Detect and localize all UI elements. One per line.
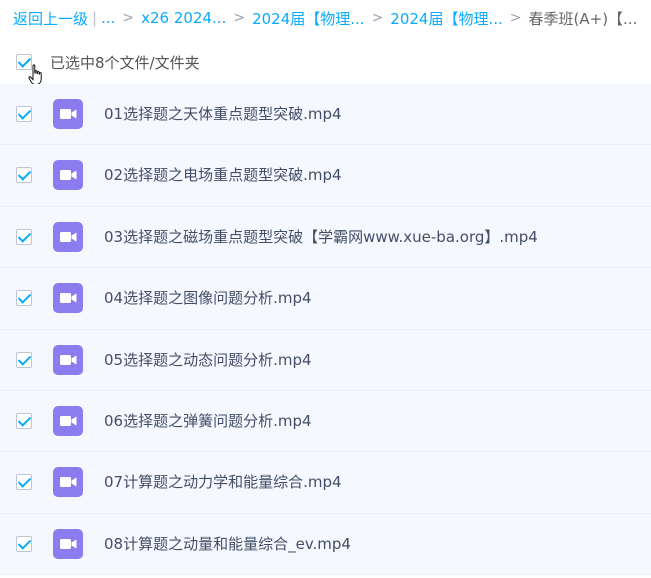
breadcrumb-separator: |	[92, 9, 98, 27]
video-file-icon	[53, 344, 83, 375]
file-name[interactable]: 01选择题之天体重点题型突破.mp4	[104, 84, 342, 145]
video-file-icon	[53, 221, 83, 252]
file-list: 01选择题之天体重点题型突破.mp4 02选择题之电场重点题型突破.mp4 03…	[0, 84, 651, 576]
breadcrumb-current: 春季班(A+)【...	[528, 9, 638, 28]
file-row[interactable]: 04选择题之图像问题分析.mp4	[0, 268, 651, 330]
video-file-icon	[53, 160, 83, 191]
file-name[interactable]: 04选择题之图像问题分析.mp4	[104, 268, 312, 329]
file-row[interactable]: 05选择题之动态问题分析.mp4	[0, 329, 651, 391]
file-checkbox[interactable]	[16, 167, 32, 184]
chevron-right-icon: >	[509, 10, 522, 26]
file-checkbox[interactable]	[16, 106, 32, 122]
file-row[interactable]: 07计算题之动力学和能量综合.mp4	[0, 452, 651, 514]
file-name[interactable]: 02选择题之电场重点题型突破.mp4	[104, 145, 342, 206]
hand-cursor-icon	[28, 64, 42, 85]
file-name[interactable]: 03选择题之磁场重点题型突破【学霸网www.xue-ba.org】.mp4	[104, 207, 538, 268]
file-row[interactable]: 03选择题之磁场重点题型突破【学霸网www.xue-ba.org】.mp4	[0, 206, 651, 269]
file-checkbox[interactable]	[16, 290, 32, 307]
breadcrumb-item[interactable]: 2024届【物理...	[252, 8, 364, 29]
file-row[interactable]: 02选择题之电场重点题型突破.mp4	[0, 145, 651, 207]
file-row[interactable]: 08计算题之动量和能量综合_ev.mp4	[0, 513, 651, 576]
video-file-icon	[53, 405, 83, 436]
video-file-icon	[53, 467, 83, 498]
selection-count-text: 已选中8个文件/文件夹	[50, 54, 200, 72]
selection-bar: 已选中8个文件/文件夹	[0, 44, 651, 85]
file-row[interactable]: 01选择题之天体重点题型突破.mp4	[0, 84, 651, 146]
video-file-icon	[53, 528, 83, 559]
chevron-right-icon: >	[371, 10, 384, 26]
file-checkbox[interactable]	[16, 228, 32, 245]
breadcrumb-ellipsis[interactable]: ...	[101, 9, 115, 27]
file-name[interactable]: 05选择题之动态问题分析.mp4	[104, 330, 312, 391]
file-name[interactable]: 08计算题之动量和能量综合_ev.mp4	[104, 514, 351, 575]
chevron-right-icon: >	[122, 10, 135, 26]
breadcrumb: 返回上一级 | ... > x26 2024... > 2024届【物理... …	[13, 0, 651, 36]
file-name[interactable]: 06选择题之弹簧问题分析.mp4	[104, 391, 312, 452]
file-row[interactable]: 06选择题之弹簧问题分析.mp4	[0, 390, 651, 453]
file-checkbox[interactable]	[16, 351, 32, 368]
file-checkbox[interactable]	[16, 412, 32, 429]
file-checkbox[interactable]	[16, 535, 32, 552]
breadcrumb-item[interactable]: x26 2024...	[141, 9, 226, 27]
back-link[interactable]: 返回上一级	[13, 8, 88, 29]
file-name[interactable]: 07计算题之动力学和能量综合.mp4	[104, 452, 342, 513]
video-file-icon	[53, 99, 83, 129]
chevron-right-icon: >	[233, 10, 246, 26]
file-checkbox[interactable]	[16, 474, 32, 491]
breadcrumb-item[interactable]: 2024届【物理...	[390, 8, 502, 29]
video-file-icon	[53, 283, 83, 314]
